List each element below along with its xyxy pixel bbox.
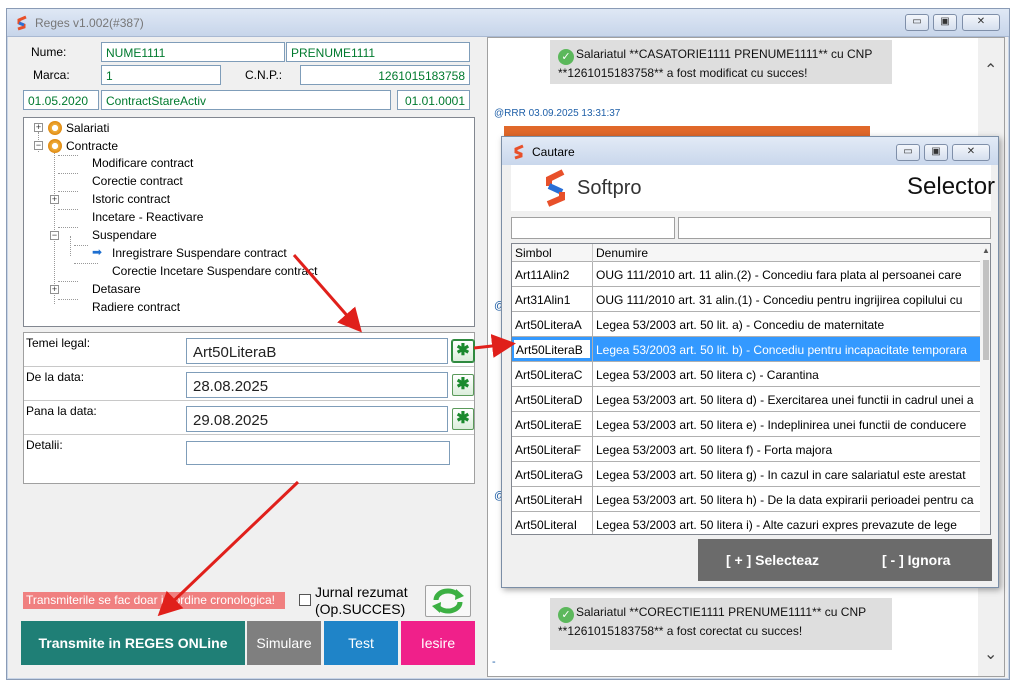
arrow-to-temei bbox=[292, 254, 362, 333]
arrow-to-transmite bbox=[157, 480, 300, 617]
annotation-arrows bbox=[157, 254, 516, 617]
arrow-to-selector-row bbox=[473, 334, 516, 358]
